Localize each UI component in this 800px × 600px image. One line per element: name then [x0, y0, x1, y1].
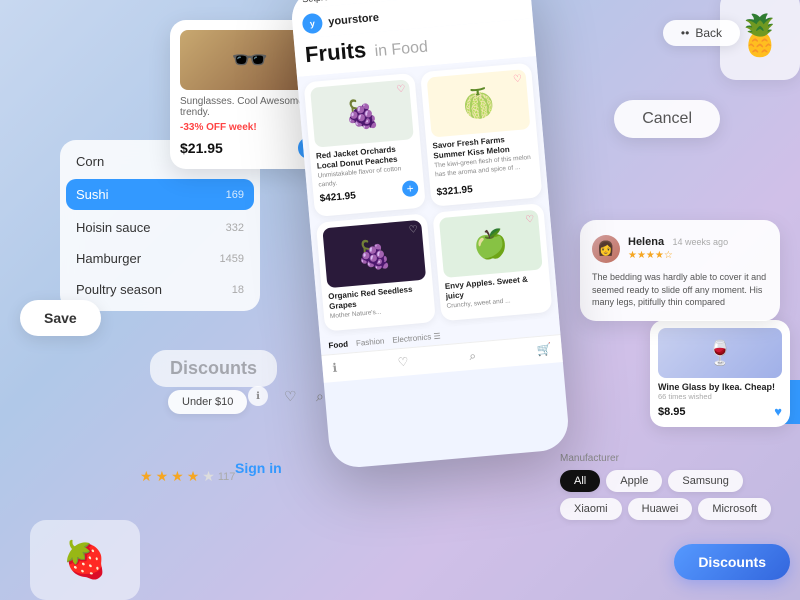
- star-1: ★: [140, 468, 153, 485]
- cancel-button[interactable]: Cancel: [614, 100, 720, 138]
- discount-banner: Discounts: [150, 350, 277, 387]
- wine-price: $8.95: [658, 406, 686, 418]
- menu-item-count: 1459: [220, 253, 244, 265]
- product-card-1[interactable]: 🍇 ♡ Red Jacket Orchards Local Donut Peac…: [304, 73, 426, 217]
- wine-image: 🍷: [658, 328, 782, 378]
- product-card-2[interactable]: 🍈 ♡ Savor Fresh Farms Summer Kiss Melon …: [420, 63, 542, 207]
- nav-cart[interactable]: 🛒: [536, 342, 552, 358]
- wine-sub: 66 times wished: [658, 392, 782, 401]
- product-heart-4[interactable]: ♡: [525, 214, 535, 226]
- manufacturer-chip-huawei[interactable]: Huawei: [628, 498, 693, 520]
- product-price-1: $421.95: [319, 190, 356, 204]
- menu-item-label: Hamburger: [76, 251, 141, 266]
- product-heart-2[interactable]: ♡: [513, 73, 523, 85]
- nav-info[interactable]: ℹ: [332, 360, 338, 375]
- review-header: 👩 Helena 14 weeks ago ★★★★☆: [592, 232, 768, 265]
- menu-item-sushi[interactable]: Sushi 169: [66, 179, 254, 210]
- category-fashion[interactable]: Fashion: [356, 336, 385, 347]
- manufacturer-chip-apple[interactable]: Apple: [606, 470, 662, 492]
- products-grid: 🍇 ♡ Red Jacket Orchards Local Donut Peac…: [297, 56, 559, 338]
- product-card-4[interactable]: 🍏 ♡ Envy Apples. Sweet & juicy Crunchy, …: [432, 203, 552, 321]
- back-label: Back: [695, 26, 722, 40]
- star-3: ★: [171, 468, 184, 485]
- star-2: ★: [156, 468, 169, 485]
- manufacturer-chip-samsung[interactable]: Samsung: [668, 470, 742, 492]
- star-5: ★: [202, 468, 215, 485]
- review-count: 117: [218, 471, 236, 483]
- wine-heart-icon[interactable]: ♥: [774, 404, 782, 419]
- review-card: 👩 Helena 14 weeks ago ★★★★☆ The bedding …: [580, 220, 780, 321]
- manufacturer-chip-all[interactable]: All: [560, 470, 600, 492]
- review-stars: ★★★★☆: [628, 250, 728, 261]
- menu-item-hamburger[interactable]: Hamburger 1459: [60, 243, 260, 274]
- product-price-2: $321.95: [436, 184, 473, 198]
- store-name: yourstore: [328, 12, 380, 28]
- back-button[interactable]: •• Back: [663, 20, 740, 46]
- menu-item-count: 18: [232, 284, 244, 296]
- reviewer-name: Helena: [628, 236, 664, 248]
- menu-item-poultry[interactable]: Poultry season 18: [60, 274, 260, 305]
- network-label: Setproduct: [302, 0, 346, 4]
- wine-card: 🍷 Wine Glass by Ikea. Cheap! 66 times wi…: [650, 320, 790, 427]
- reviewer-avatar: 👩: [592, 235, 620, 263]
- favorites-icon[interactable]: ♡: [284, 388, 297, 405]
- product-card-3[interactable]: 🍇 ♡ Organic Red Seedless Grapes Mother N…: [316, 213, 436, 331]
- page-title-main: Fruits: [304, 37, 367, 67]
- discounts-button[interactable]: Discounts: [674, 544, 790, 580]
- reviewer-time: 14 weeks ago: [673, 237, 729, 247]
- save-button[interactable]: Save: [20, 300, 101, 336]
- menu-item-label: Sushi: [76, 187, 109, 202]
- menu-item-count: 332: [226, 222, 244, 234]
- star-4: ★: [187, 468, 200, 485]
- under-ten-filter[interactable]: Under $10: [168, 390, 247, 414]
- sunglasses-discount: -33% OFF week!: [180, 122, 320, 133]
- stars-rating-widget: ★ ★ ★ ★ ★ 117: [140, 468, 235, 485]
- sunglasses-price: $21.95: [180, 140, 223, 156]
- search-icon[interactable]: ⌕: [316, 388, 324, 405]
- product-heart-1[interactable]: ♡: [396, 84, 406, 96]
- menu-item-label: Hoisin sauce: [76, 220, 150, 235]
- product-heart-3[interactable]: ♡: [408, 224, 418, 236]
- menu-item-label: Corn: [76, 154, 104, 169]
- page-title-sub: in Food: [374, 39, 429, 61]
- wine-name: Wine Glass by Ikea. Cheap!: [658, 382, 782, 392]
- manufacturer-chips: All Apple Samsung Xiaomi Huawei Microsof…: [560, 470, 790, 520]
- phone-mockup: Setproduct 9:41 AM 58% y yourstore Fruit…: [290, 0, 571, 470]
- nav-heart[interactable]: ♡: [397, 354, 409, 370]
- category-electronics[interactable]: Electronics ☰: [392, 331, 441, 344]
- menu-item-count: 169: [226, 189, 244, 201]
- manufacturer-label: Manufacturer: [560, 453, 790, 464]
- review-text: The bedding was hardly able to cover it …: [592, 271, 768, 309]
- info-icon[interactable]: ℹ: [248, 386, 268, 406]
- category-food[interactable]: Food: [328, 339, 348, 350]
- store-logo: y: [302, 13, 324, 35]
- menu-item-hoisin[interactable]: Hoisin sauce 332: [60, 212, 260, 243]
- manufacturer-filter: Manufacturer All Apple Samsung Xiaomi Hu…: [560, 453, 790, 520]
- manufacturer-chip-xiaomi[interactable]: Xiaomi: [560, 498, 622, 520]
- menu-item-label: Poultry season: [76, 282, 162, 297]
- add-product-1-button[interactable]: +: [402, 180, 419, 197]
- dots-icon: ••: [681, 26, 689, 40]
- bottom-fruit-image: 🍓: [30, 520, 140, 600]
- sign-in-button[interactable]: Sign in: [235, 460, 282, 476]
- nav-search[interactable]: ⌕: [469, 348, 477, 364]
- manufacturer-chip-microsoft[interactable]: Microsoft: [698, 498, 771, 520]
